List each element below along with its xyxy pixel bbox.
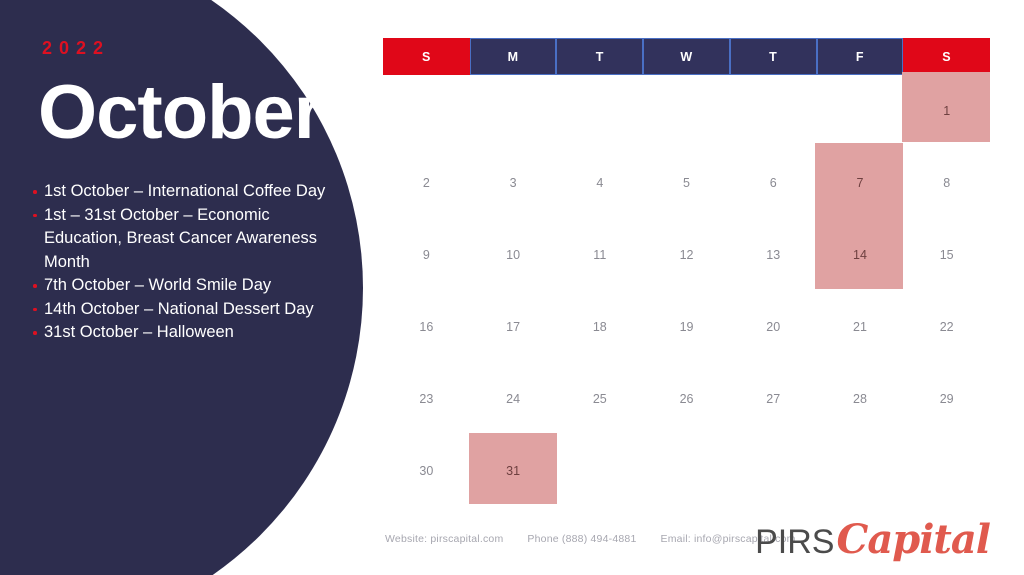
list-item: 31st October – Halloween [33,321,333,345]
list-item: 7th October – World Smile Day [33,274,333,298]
day-number: 14 [853,248,867,262]
day-number: 18 [592,320,607,334]
day-header-monday: M [469,38,557,75]
logo-secondary-text: Capital [836,516,991,563]
day-header-wednesday: W [643,38,730,75]
day-cell[interactable]: 28 [817,363,904,435]
day-cell[interactable]: 12 [643,219,730,291]
day-cell[interactable]: 27 [730,363,817,435]
day-number: 24 [506,392,521,406]
highlight-block-days-7-14 [815,143,903,289]
day-cell[interactable] [730,435,817,507]
day-cell[interactable]: 24 [470,363,557,435]
day-number: 8 [943,176,951,190]
day-cell[interactable] [643,435,730,507]
day-number: 13 [766,248,781,262]
day-cell[interactable]: 21 [817,291,904,363]
day-number: 21 [853,320,867,334]
day-cell[interactable]: 5 [643,147,730,219]
day-number: 31 [506,464,521,478]
day-header-sunday: S [383,38,470,75]
day-number: 29 [939,392,954,406]
day-cell[interactable]: 20 [730,291,817,363]
table-row: 23 24 25 26 27 28 29 [383,363,990,435]
day-cell[interactable]: 16 [383,291,470,363]
day-header-friday: F [816,38,904,75]
footer-website[interactable]: Website: pirscapital.com [385,533,503,545]
left-panel: 2022 October 1st October – International… [0,0,360,575]
day-number: 17 [506,320,521,334]
day-number: 15 [939,248,954,262]
day-number: 3 [509,176,517,190]
day-cell[interactable]: 6 [730,147,817,219]
day-cell[interactable]: 23 [383,363,470,435]
calendar-grid: S M T W T F S 1 2 3 4 5 6 7 8 9 10 11 12… [383,38,991,540]
day-cell[interactable] [817,75,904,147]
day-cell[interactable]: 30 [383,435,470,507]
day-cell[interactable] [643,75,730,147]
day-cell[interactable]: 10 [470,219,557,291]
year-label: 2022 [42,38,111,58]
day-cell[interactable]: 9 [383,219,470,291]
calendar-weeks: 1 2 3 4 5 6 7 8 9 10 11 12 13 14 15 16 1… [383,72,990,540]
logo-primary-text: PIRS [755,523,835,561]
day-cell[interactable] [903,435,990,507]
day-cell[interactable]: 29 [903,363,990,435]
day-number: 6 [769,176,777,190]
day-cell[interactable]: 4 [556,147,643,219]
day-cell[interactable]: 11 [556,219,643,291]
day-number: 10 [506,248,521,262]
day-number: 19 [679,320,694,334]
calendar-page: 2022 October 1st October – International… [0,0,1024,575]
day-number: 12 [679,248,694,262]
day-number: 4 [596,176,604,190]
day-cell[interactable]: 22 [903,291,990,363]
day-number: 11 [593,248,607,262]
table-row: 16 17 18 19 20 21 22 [383,291,990,363]
day-header-thursday: T [729,38,817,75]
day-number: 28 [853,392,867,406]
day-number: 5 [683,176,690,190]
day-cell[interactable]: 13 [730,219,817,291]
list-item: 14th October – National Dessert Day [33,298,333,322]
day-number: 16 [419,320,434,334]
day-of-week-header-row: S M T W T F S [383,38,991,75]
day-number: 22 [939,320,954,334]
day-cell[interactable]: 8 [903,147,990,219]
day-cell[interactable]: 3 [470,147,557,219]
day-cell[interactable] [817,435,904,507]
day-cell[interactable] [470,75,557,147]
footer-contact-info: Website: pirscapital.com Phone (888) 494… [385,533,796,545]
table-row: 1 [383,75,990,147]
day-cell[interactable] [556,75,643,147]
day-header-tuesday: T [556,38,644,75]
day-number: 1 [943,104,951,118]
day-number: 30 [419,464,434,478]
month-title: October [38,70,323,155]
day-number: 20 [766,320,781,334]
day-cell[interactable] [556,435,643,507]
day-number: 26 [679,392,694,406]
list-item: 1st October – International Coffee Day [33,180,333,204]
day-number: 27 [766,392,781,406]
pirs-capital-logo: PIRS Capital [755,516,991,563]
day-cell[interactable]: 26 [643,363,730,435]
footer-phone[interactable]: Phone (888) 494-4881 [527,533,636,545]
day-number: 23 [419,392,434,406]
day-cell[interactable] [383,75,470,147]
day-cell[interactable]: 25 [556,363,643,435]
day-cell[interactable]: 17 [470,291,557,363]
day-cell[interactable] [730,75,817,147]
day-cell[interactable]: 19 [643,291,730,363]
day-cell[interactable]: 2 [383,147,470,219]
day-number: 7 [856,176,864,190]
day-number: 25 [592,392,607,406]
day-header-saturday: S [903,38,991,75]
day-cell[interactable]: 18 [556,291,643,363]
day-number: 2 [422,176,430,190]
day-cell[interactable]: 15 [903,219,990,291]
day-number: 9 [422,248,430,262]
events-list: 1st October – International Coffee Day 1… [33,180,333,345]
list-item: 1st – 31st October – Economic Education,… [33,204,333,275]
